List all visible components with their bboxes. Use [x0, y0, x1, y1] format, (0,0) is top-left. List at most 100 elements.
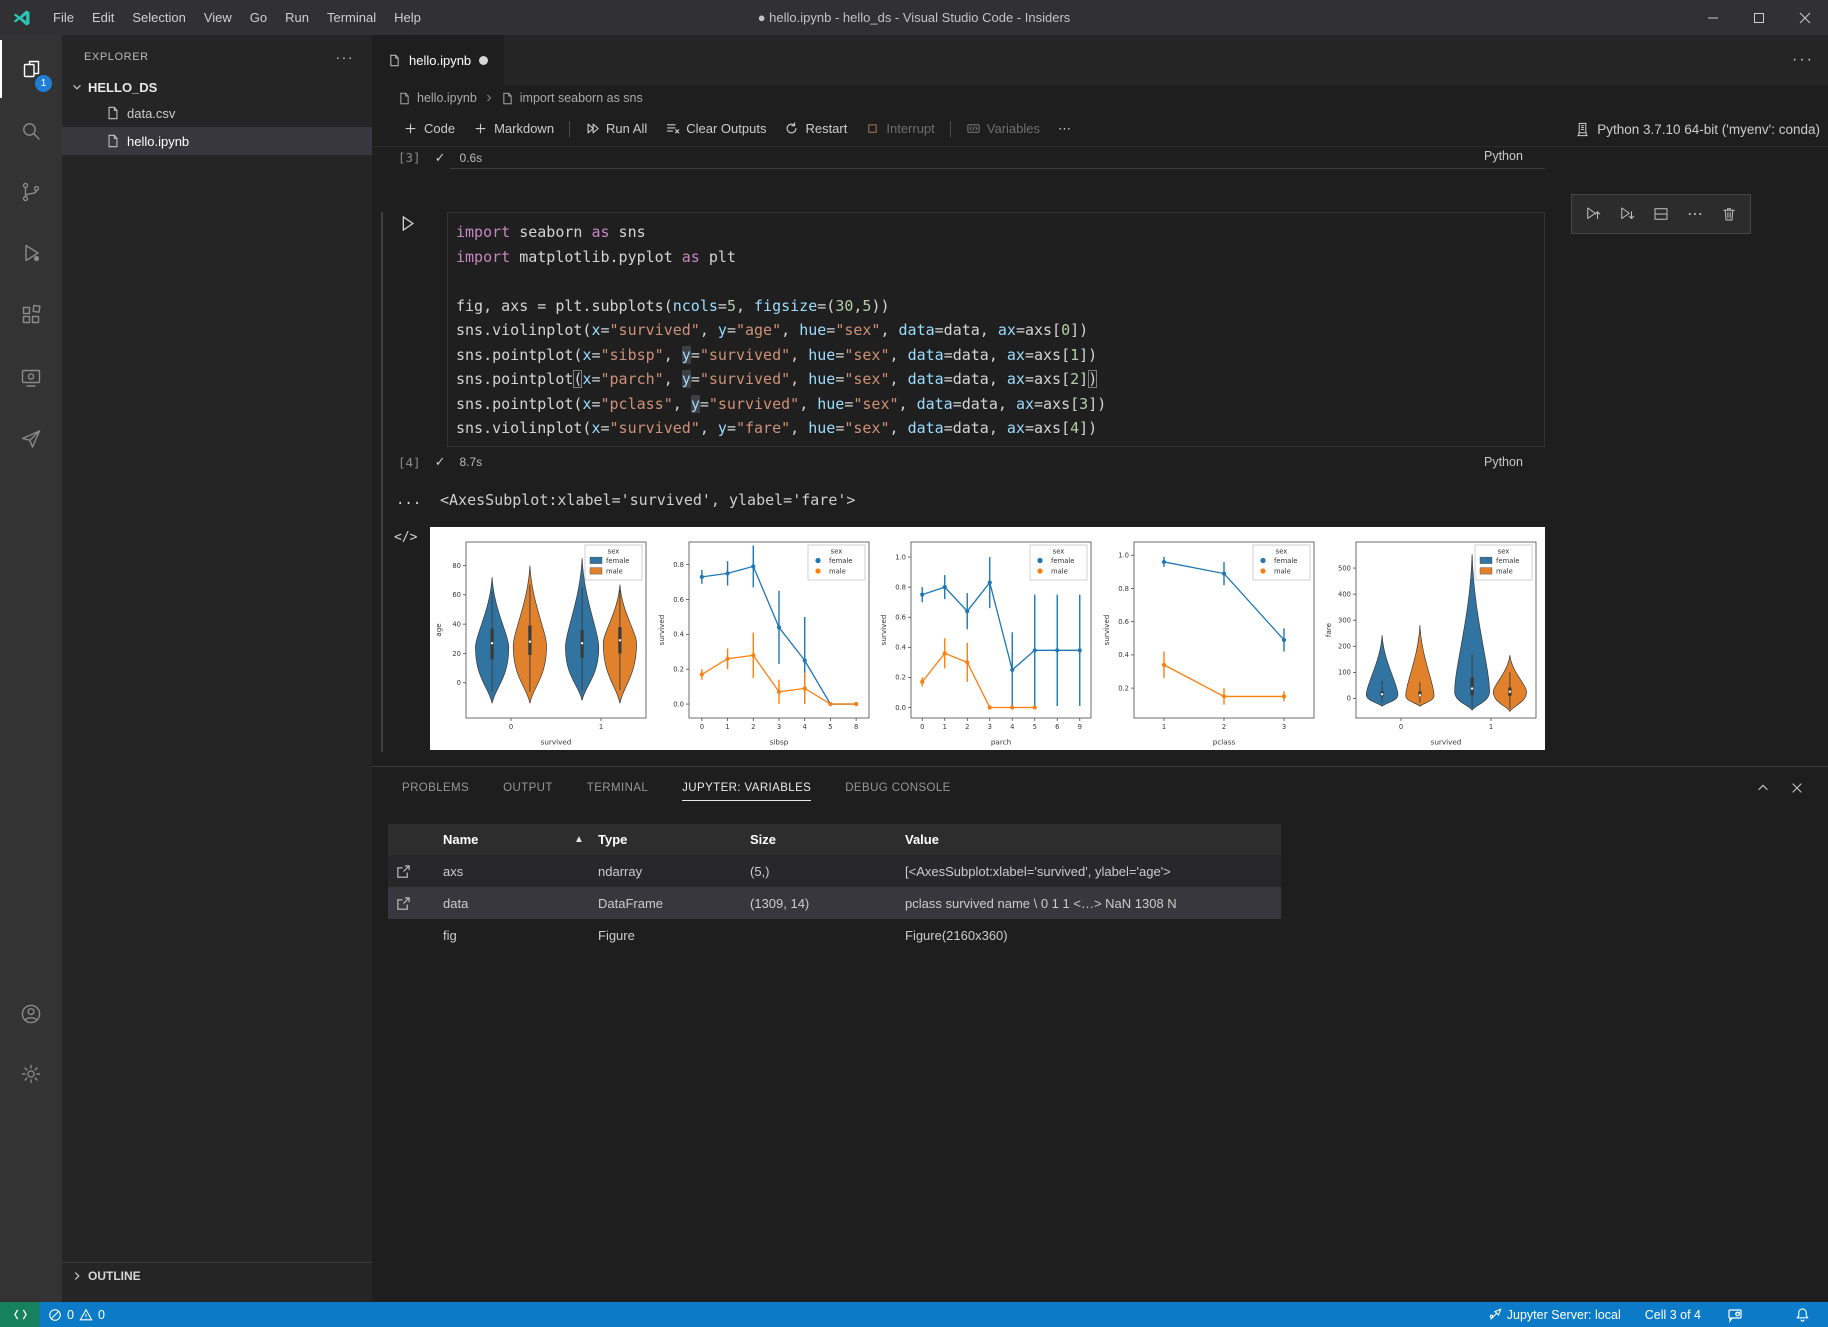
svg-text:sex: sex	[1275, 548, 1287, 556]
svg-text:0.8: 0.8	[895, 583, 906, 591]
toolbar-restart[interactable]: Restart	[775, 116, 856, 142]
menu-go[interactable]: Go	[241, 0, 276, 35]
svg-text:20: 20	[452, 650, 461, 658]
code-cell-editor[interactable]: import seaborn as snsimport matplotlib.p…	[447, 212, 1545, 447]
run-cell-button[interactable]	[398, 214, 417, 233]
svg-text:1: 1	[725, 723, 729, 731]
breadcrumb-cell[interactable]: import seaborn as sns	[520, 91, 643, 105]
problems-status[interactable]: 0 0	[40, 1302, 113, 1327]
more-actions-icon[interactable]	[1680, 199, 1710, 229]
header-value[interactable]: Value	[905, 832, 939, 847]
panel-tab-debug-console[interactable]: DEBUG CONSOLE	[845, 767, 951, 809]
file-label: data.csv	[127, 106, 175, 121]
activity-run-debug-icon[interactable]	[0, 224, 62, 282]
header-type[interactable]: Type	[598, 832, 627, 847]
activity-extensions-icon[interactable]	[0, 286, 62, 344]
menu-file[interactable]: File	[44, 0, 83, 35]
prev-cell-language[interactable]: Python	[1484, 149, 1523, 163]
variable-row-axs[interactable]: axsndarray(5,)[<AxesSubplot:xlabel='surv…	[388, 855, 1281, 887]
menu-selection[interactable]: Selection	[123, 0, 194, 35]
chevron-right-icon	[70, 1269, 84, 1283]
header-name[interactable]: Name	[443, 832, 478, 847]
code-line: sns.pointplot(x="pclass", y="survived", …	[456, 392, 1544, 417]
explorer-more-actions[interactable]: ···	[336, 49, 355, 65]
outline-section[interactable]: OUTLINE	[62, 1262, 372, 1288]
variables-table-header[interactable]: Name▲TypeSizeValue	[388, 824, 1281, 855]
activity-explorer-icon[interactable]: 1	[0, 40, 62, 98]
remote-indicator[interactable]	[0, 1302, 40, 1327]
mime-type-toggle[interactable]: </>	[394, 530, 417, 545]
toolbar-variables[interactable]: Variables	[957, 116, 1049, 142]
toolbar-markdown[interactable]: Markdown	[464, 116, 563, 142]
minimize-button[interactable]	[1690, 0, 1736, 35]
activity-account-icon[interactable]	[0, 985, 62, 1043]
run-above-icon[interactable]	[1578, 199, 1608, 229]
panel-tab-terminal[interactable]: TERMINAL	[587, 767, 648, 809]
maximize-panel-icon[interactable]	[1756, 781, 1770, 795]
toolbar-run-all[interactable]: Run All	[576, 116, 656, 142]
menu-bar: FileEditSelectionViewGoRunTerminalHelp	[44, 0, 430, 35]
restart-icon	[784, 121, 799, 136]
panel-tab-jupyter-variables[interactable]: JUPYTER: VARIABLES	[682, 767, 811, 809]
tab-hello-ipynb[interactable]: hello.ipynb	[372, 35, 504, 85]
activity-remote-explorer-icon[interactable]	[0, 349, 62, 407]
toolbar-label: Clear Outputs	[686, 121, 766, 136]
folder-hello-ds[interactable]: HELLO_DS	[62, 75, 372, 99]
feedback-button[interactable]	[1719, 1302, 1751, 1327]
chevron-down-icon	[70, 80, 84, 94]
cell-language[interactable]: Python	[1484, 455, 1523, 469]
variable-type: Figure	[598, 928, 635, 943]
variable-name: data	[443, 896, 468, 911]
feedback-icon	[1727, 1307, 1743, 1323]
variables-icon	[966, 121, 981, 136]
toolbar-code[interactable]: Code	[394, 116, 464, 142]
toolbar-more-actions[interactable]: ⋯	[1049, 116, 1080, 142]
open-in-data-viewer-icon[interactable]	[396, 896, 411, 911]
svg-text:0: 0	[457, 679, 461, 687]
svg-text:male: male	[829, 567, 846, 575]
menu-run[interactable]: Run	[276, 0, 318, 35]
menu-help[interactable]: Help	[385, 0, 430, 35]
menu-view[interactable]: View	[195, 0, 241, 35]
dirty-indicator[interactable]	[479, 56, 488, 65]
activity-send-icon[interactable]	[0, 410, 62, 468]
file-item-hello.ipynb[interactable]: hello.ipynb	[62, 127, 372, 155]
close-panel-icon[interactable]	[1790, 781, 1804, 795]
variable-row-data[interactable]: dataDataFrame(1309, 14)pclass survived n…	[388, 887, 1281, 919]
notifications-bell[interactable]	[1787, 1302, 1818, 1327]
sidebar-title: EXPLORER	[84, 51, 149, 63]
delete-cell-icon[interactable]	[1714, 199, 1744, 229]
breadcrumb-file[interactable]: hello.ipynb	[417, 91, 477, 105]
svg-text:0.0: 0.0	[895, 704, 906, 712]
file-item-data.csv[interactable]: data.csv	[62, 99, 372, 127]
open-in-data-viewer-icon[interactable]	[396, 864, 411, 879]
jupyter-server-status[interactable]: Jupyter Server: local	[1480, 1302, 1629, 1327]
variable-name: axs	[443, 864, 463, 879]
output-collapse-toggle[interactable]: ...	[396, 492, 421, 508]
jupyter-server-icon	[1488, 1308, 1502, 1322]
toolbar-interrupt[interactable]: Interrupt	[856, 116, 943, 142]
split-cell-icon[interactable]	[1646, 199, 1676, 229]
activity-settings-gear-icon[interactable]	[0, 1045, 62, 1103]
maximize-button[interactable]	[1736, 0, 1782, 35]
svg-text:sex: sex	[1053, 548, 1065, 556]
svg-text:male: male	[1274, 567, 1291, 575]
panel-tab-output[interactable]: OUTPUT	[503, 767, 553, 809]
cell-position-status[interactable]: Cell 3 of 4	[1637, 1302, 1709, 1327]
vscode-insiders-logo	[0, 8, 44, 28]
run-below-icon[interactable]	[1612, 199, 1642, 229]
activity-source-control-icon[interactable]	[0, 163, 62, 221]
kernel-picker[interactable]: Python 3.7.10 64-bit ('myenv': conda)	[1575, 111, 1820, 147]
menu-terminal[interactable]: Terminal	[318, 0, 385, 35]
panel-tab-problems[interactable]: PROBLEMS	[402, 767, 469, 809]
editor-more-actions[interactable]: ···	[1792, 35, 1814, 85]
svg-text:0.6: 0.6	[1118, 618, 1129, 626]
variable-row-fig[interactable]: figFigureFigure(2160x360)	[388, 919, 1281, 951]
breadcrumb: hello.ipynb import seaborn as sns	[372, 85, 1828, 111]
close-button[interactable]	[1782, 0, 1828, 35]
toolbar-clear-outputs[interactable]: Clear Outputs	[656, 116, 775, 142]
header-size[interactable]: Size	[750, 832, 776, 847]
activity-search-icon[interactable]	[0, 102, 62, 160]
menu-edit[interactable]: Edit	[83, 0, 123, 35]
svg-text:0: 0	[1347, 695, 1351, 703]
